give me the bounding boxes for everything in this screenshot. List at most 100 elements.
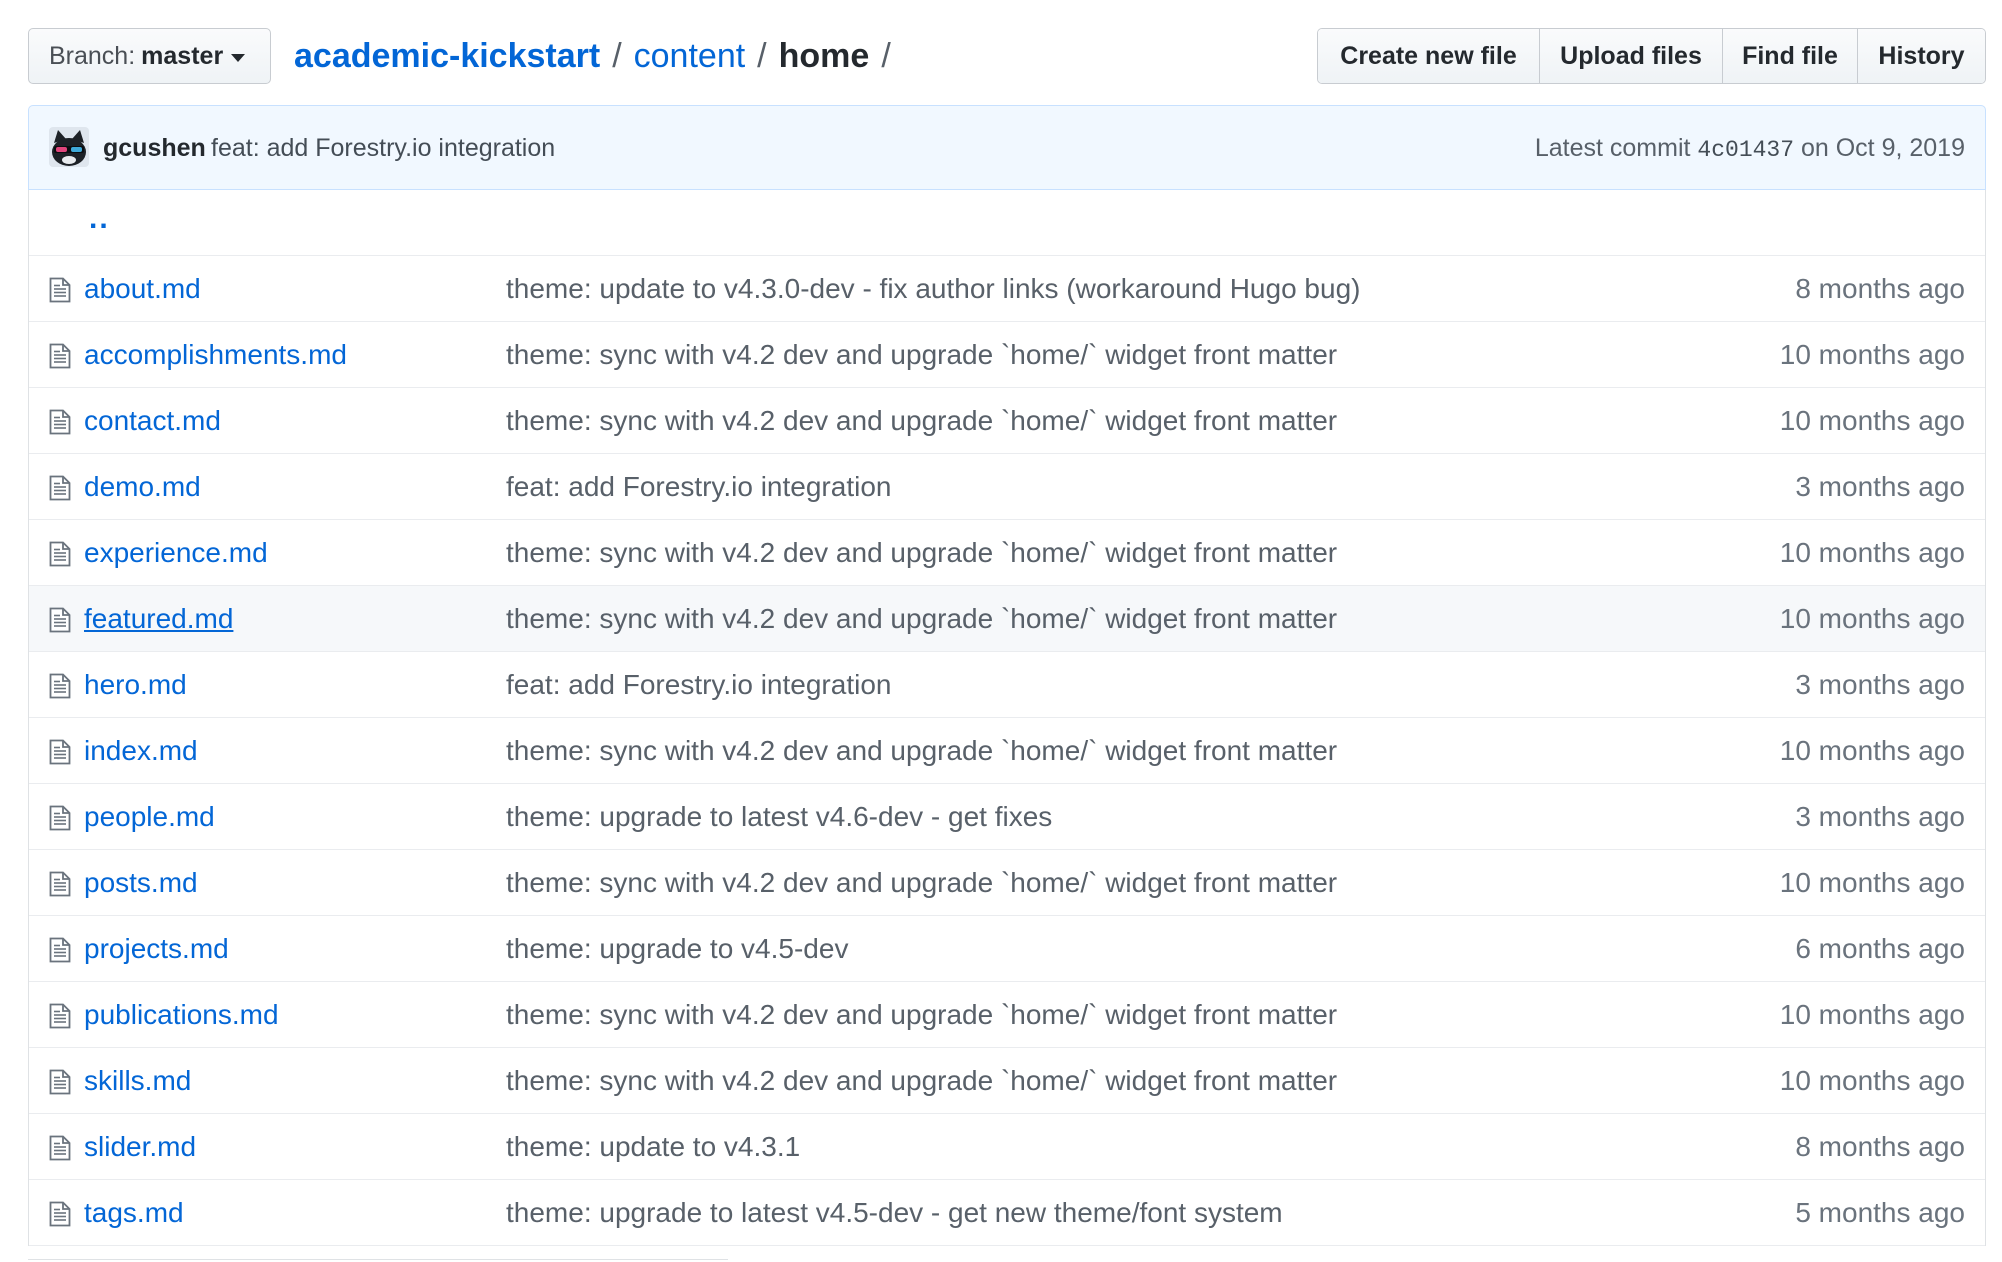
file-commit-message-link[interactable]: theme: update to v4.3.0-dev - fix author… [506,256,1360,322]
file-commit-message-link[interactable]: theme: sync with v4.2 dev and upgrade `h… [506,982,1337,1048]
file-name-link[interactable]: contact.md [84,388,221,454]
file-row[interactable]: posts.md theme: sync with v4.2 dev and up… [29,850,1985,916]
file-row[interactable]: people.md theme: upgrade to latest v4.6-d… [29,784,1985,850]
repo-file-browser: Branch: master academic-kickstart / cont… [0,0,2002,1262]
file-actions: Create new file Upload files Find file H… [1317,28,1986,84]
file-navigation: Branch: master academic-kickstart / cont… [28,28,1986,84]
latest-commit-bar: gcushen feat: add Forestry.io integratio… [28,105,1986,190]
file-row[interactable]: contact.md theme: sync with v4.2 dev and … [29,388,1985,454]
file-name-link[interactable]: skills.md [84,1048,191,1114]
commit-meta: Latest commit 4c01437 on Oct 9, 2019 [1535,106,1965,191]
file-name-link[interactable]: posts.md [84,850,198,916]
breadcrumb: academic-kickstart / content / home / [294,28,903,84]
file-icon [49,673,71,699]
file-commit-message-link[interactable]: theme: sync with v4.2 dev and upgrade `h… [506,520,1337,586]
file-icon [49,871,71,897]
file-icon [49,1069,71,1095]
file-name-link[interactable]: tags.md [84,1180,184,1246]
file-name-link[interactable]: people.md [84,784,215,850]
file-commit-age: 6 months ago [1795,933,1965,964]
file-name-link[interactable]: hero.md [84,652,187,718]
file-commit-age: 10 months ago [1779,405,1965,436]
file-name-link[interactable]: experience.md [84,520,268,586]
file-row[interactable]: about.md theme: update to v4.3.0-dev - fi… [29,256,1985,322]
file-name-link[interactable]: about.md [84,256,201,322]
file-commit-message-link[interactable]: theme: update to v4.3.1 [506,1114,800,1180]
file-icon [49,343,71,369]
chevron-down-icon [231,53,246,62]
file-row[interactable]: featured.md theme: sync with v4.2 dev and… [29,586,1985,652]
file-commit-age: 10 months ago [1779,339,1965,370]
file-commit-age: 3 months ago [1795,801,1965,832]
file-commit-message-link[interactable]: feat: add Forestry.io integration [506,454,891,520]
find-file-button[interactable]: Find file [1722,29,1857,83]
file-commit-age: 10 months ago [1779,735,1965,766]
file-commit-message-link[interactable]: theme: sync with v4.2 dev and upgrade `h… [506,718,1337,784]
file-commit-age: 3 months ago [1795,669,1965,700]
file-row[interactable]: index.md theme: sync with v4.2 dev and up… [29,718,1985,784]
create-new-file-button[interactable]: Create new file [1318,29,1539,83]
file-icon [49,1135,71,1161]
file-name-link[interactable]: projects.md [84,916,229,982]
file-row[interactable]: slider.md theme: update to v4.3.1 8 months… [29,1114,1985,1180]
file-row[interactable]: hero.md feat: add Forestry.io integration… [29,652,1985,718]
file-name-link[interactable]: demo.md [84,454,201,520]
branch-select-button[interactable]: Branch: master [28,28,271,84]
upload-files-button[interactable]: Upload files [1539,29,1722,83]
file-commit-age: 5 months ago [1795,1197,1965,1228]
file-commit-age: 10 months ago [1779,603,1965,634]
file-row[interactable]: demo.md feat: add Forestry.io integration… [29,454,1985,520]
file-icon [49,277,71,303]
file-name-link[interactable]: index.md [84,718,198,784]
file-commit-message-link[interactable]: theme: upgrade to v4.5-dev [506,916,848,982]
file-commit-message-link[interactable]: theme: upgrade to latest v4.5-dev - get … [506,1180,1283,1246]
file-icon [49,475,71,501]
file-commit-message-link[interactable]: theme: sync with v4.2 dev and upgrade `h… [506,850,1337,916]
file-commit-message-link[interactable]: theme: sync with v4.2 dev and upgrade `h… [506,1048,1337,1114]
avatar[interactable] [49,127,89,167]
breadcrumb-content-link[interactable]: content [634,37,746,76]
breadcrumb-current: home [778,36,870,75]
file-row[interactable]: accomplishments.md theme: sync with v4.2 … [29,322,1985,388]
file-icon [49,607,71,633]
file-commit-message-link[interactable]: theme: upgrade to latest v4.6-dev - get … [506,784,1052,850]
file-icon [49,1003,71,1029]
parent-directory-link[interactable]: .. [89,202,110,236]
file-commit-age: 8 months ago [1795,1131,1965,1162]
file-commit-message-link[interactable]: theme: sync with v4.2 dev and upgrade `h… [506,586,1337,652]
commit-sha-link[interactable]: 4c01437 [1697,137,1794,163]
file-icon [49,409,71,435]
breadcrumb-repo-link[interactable]: academic-kickstart [294,37,600,76]
commit-message-link[interactable]: feat: add Forestry.io integration [211,106,555,191]
file-row[interactable]: projects.md theme: upgrade to v4.5-dev 6 m… [29,916,1985,982]
file-name-link[interactable]: publications.md [84,982,279,1048]
file-commit-age: 10 months ago [1779,867,1965,898]
file-icon [49,805,71,831]
file-commit-message-link[interactable]: feat: add Forestry.io integration [506,652,891,718]
file-list: .. about.md theme: update to v4.3.0-dev -… [28,190,1986,1246]
file-commit-message-link[interactable]: theme: sync with v4.2 dev and upgrade `h… [506,388,1337,454]
history-button[interactable]: History [1857,29,1985,83]
file-icon [49,541,71,567]
commit-prefix: Latest commit [1534,134,1691,162]
file-commit-age: 8 months ago [1795,273,1965,304]
file-row[interactable]: skills.md theme: sync with v4.2 dev and u… [29,1048,1985,1114]
parent-directory-row: .. [29,190,1985,256]
file-row[interactable]: publications.md theme: sync with v4.2 dev… [29,982,1985,1048]
file-commit-age: 10 months ago [1779,1065,1965,1096]
breadcrumb-separator: / [757,36,767,75]
avatar-image [49,127,89,167]
breadcrumb-separator: / [881,36,891,75]
file-name-link[interactable]: accomplishments.md [84,322,347,388]
branch-value: master [141,41,224,70]
file-row[interactable]: experience.md theme: sync with v4.2 dev a… [29,520,1985,586]
file-row[interactable]: tags.md theme: upgrade to latest v4.5-dev… [29,1180,1985,1246]
file-commit-age: 10 months ago [1779,999,1965,1030]
file-name-link[interactable]: slider.md [84,1114,196,1180]
file-icon [49,739,71,765]
branch-label: Branch: [49,41,136,70]
commit-author-link[interactable]: gcushen [103,106,206,191]
file-icon [49,1201,71,1227]
file-commit-message-link[interactable]: theme: sync with v4.2 dev and upgrade `h… [506,322,1337,388]
file-name-link[interactable]: featured.md [84,586,233,652]
